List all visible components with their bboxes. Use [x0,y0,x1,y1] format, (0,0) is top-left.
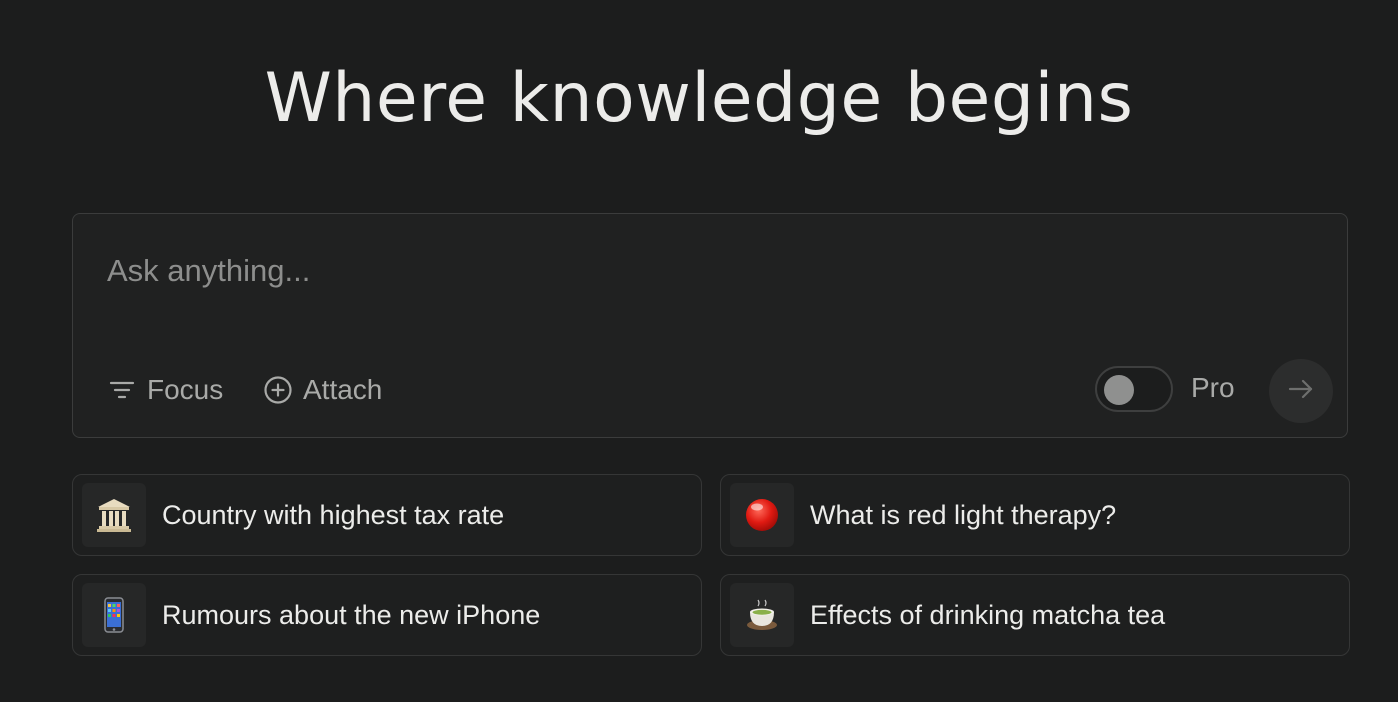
filter-icon [107,375,137,405]
ask-box: Focus Attach Pro [72,213,1348,438]
classical-building-icon [82,483,146,547]
red-circle-icon [730,483,794,547]
suggestion-label: What is red light therapy? [810,499,1117,530]
home-page: Where knowledge begins Focus Att [0,0,1398,702]
page-title: Where knowledge begins [264,59,1134,138]
suggestion-card[interactable]: Effects of drinking matcha tea [720,574,1350,656]
suggestion-card[interactable]: Rumours about the new iPhone [72,574,702,656]
toggle-knob [1104,375,1134,405]
submit-button[interactable] [1269,359,1333,423]
attach-button[interactable]: Attach [263,369,382,411]
pro-toggle[interactable] [1095,366,1173,412]
focus-button[interactable]: Focus [107,369,223,411]
mobile-phone-icon [82,583,146,647]
arrow-right-icon [1286,374,1316,409]
pro-label: Pro [1191,372,1235,403]
focus-label: Focus [147,374,224,405]
plus-circle-icon [263,375,293,405]
attach-label: Attach [303,374,383,405]
suggestion-label: Effects of drinking matcha tea [810,599,1166,630]
suggestion-card[interactable]: What is red light therapy? [720,474,1350,556]
suggestion-card[interactable]: Country with highest tax rate [72,474,702,556]
suggestion-label: Country with highest tax rate [162,499,505,530]
suggestion-label: Rumours about the new iPhone [162,599,541,630]
search-input[interactable] [105,248,1289,294]
tea-cup-icon [730,583,794,647]
